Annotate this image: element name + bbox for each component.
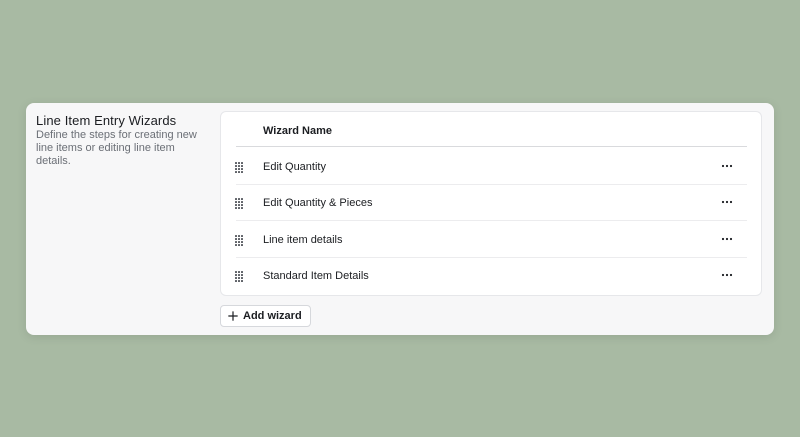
- table-row[interactable]: Edit Quantity: [221, 149, 761, 185]
- wizard-name: Edit Quantity & Pieces: [263, 197, 373, 209]
- more-horizontal-icon: [721, 237, 733, 241]
- wizard-name: Line item details: [263, 234, 343, 246]
- drag-handle-icon[interactable]: [235, 162, 245, 173]
- wizards-table: Wizard Name Edit Quantity Edit Quantity …: [220, 111, 762, 296]
- header-divider: [236, 146, 747, 147]
- column-header-wizard-name: Wizard Name: [263, 125, 332, 137]
- row-divider: [236, 220, 747, 221]
- wizard-name: Edit Quantity: [263, 161, 326, 173]
- add-wizard-label: Add wizard: [243, 310, 302, 322]
- more-options-button[interactable]: [717, 267, 737, 283]
- drag-handle-icon[interactable]: [235, 198, 245, 209]
- drag-handle-icon[interactable]: [235, 235, 245, 246]
- table-row[interactable]: Standard Item Details: [221, 258, 761, 294]
- table-row[interactable]: Edit Quantity & Pieces: [221, 185, 761, 221]
- more-horizontal-icon: [721, 164, 733, 168]
- more-options-button[interactable]: [717, 158, 737, 174]
- wizard-name: Standard Item Details: [263, 270, 369, 282]
- table-header: Wizard Name: [221, 112, 761, 147]
- more-options-button[interactable]: [717, 231, 737, 247]
- plus-icon: [228, 311, 238, 321]
- table-row[interactable]: Line item details: [221, 222, 761, 258]
- drag-handle-icon[interactable]: [235, 271, 245, 282]
- more-options-button[interactable]: [717, 194, 737, 210]
- section-title: Line Item Entry Wizards: [36, 113, 177, 128]
- add-wizard-button[interactable]: Add wizard: [220, 305, 311, 327]
- section-description: Define the steps for creating new line i…: [36, 129, 197, 167]
- more-horizontal-icon: [721, 273, 733, 277]
- more-horizontal-icon: [721, 200, 733, 204]
- wizards-settings-panel: Line Item Entry Wizards Define the steps…: [26, 103, 774, 335]
